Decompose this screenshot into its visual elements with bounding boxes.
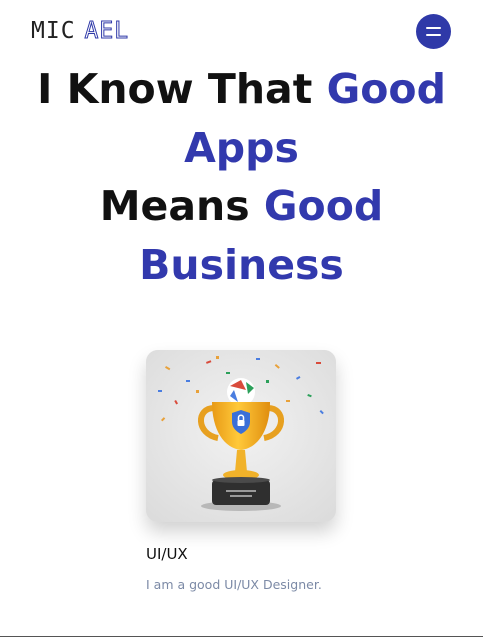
hero-text-accent: Apps bbox=[184, 123, 299, 172]
service-card-title: UI/UX bbox=[146, 545, 188, 563]
hero-text-dark: I Know That bbox=[37, 65, 327, 113]
hero-text-accent: Good bbox=[263, 182, 384, 230]
hero-text-accent: Business bbox=[139, 240, 344, 289]
menu-bar-icon bbox=[426, 26, 441, 29]
bottom-divider bbox=[0, 636, 483, 637]
logo-text-outline: AEL bbox=[84, 18, 130, 45]
hamburger-menu-button[interactable] bbox=[416, 14, 451, 49]
hero-line-3: Means Good bbox=[0, 177, 483, 236]
hero-text-dark: Means bbox=[99, 182, 264, 230]
service-card-description: I am a good UI/UX Designer. bbox=[146, 577, 322, 592]
trophy-icon bbox=[146, 350, 336, 522]
site-logo[interactable]: MIC AEL bbox=[31, 18, 130, 45]
hero-text-accent: Good bbox=[326, 65, 446, 113]
logo-text-primary: MIC bbox=[31, 18, 76, 44]
menu-bar-icon bbox=[426, 33, 441, 36]
hero-line-4: Business bbox=[0, 236, 483, 295]
hero-heading: I Know That Good Apps Means Good Busines… bbox=[0, 60, 483, 294]
hero-line-2: Apps bbox=[0, 119, 483, 178]
service-card-image[interactable] bbox=[146, 350, 336, 522]
hero-line-1: I Know That Good bbox=[0, 60, 483, 119]
